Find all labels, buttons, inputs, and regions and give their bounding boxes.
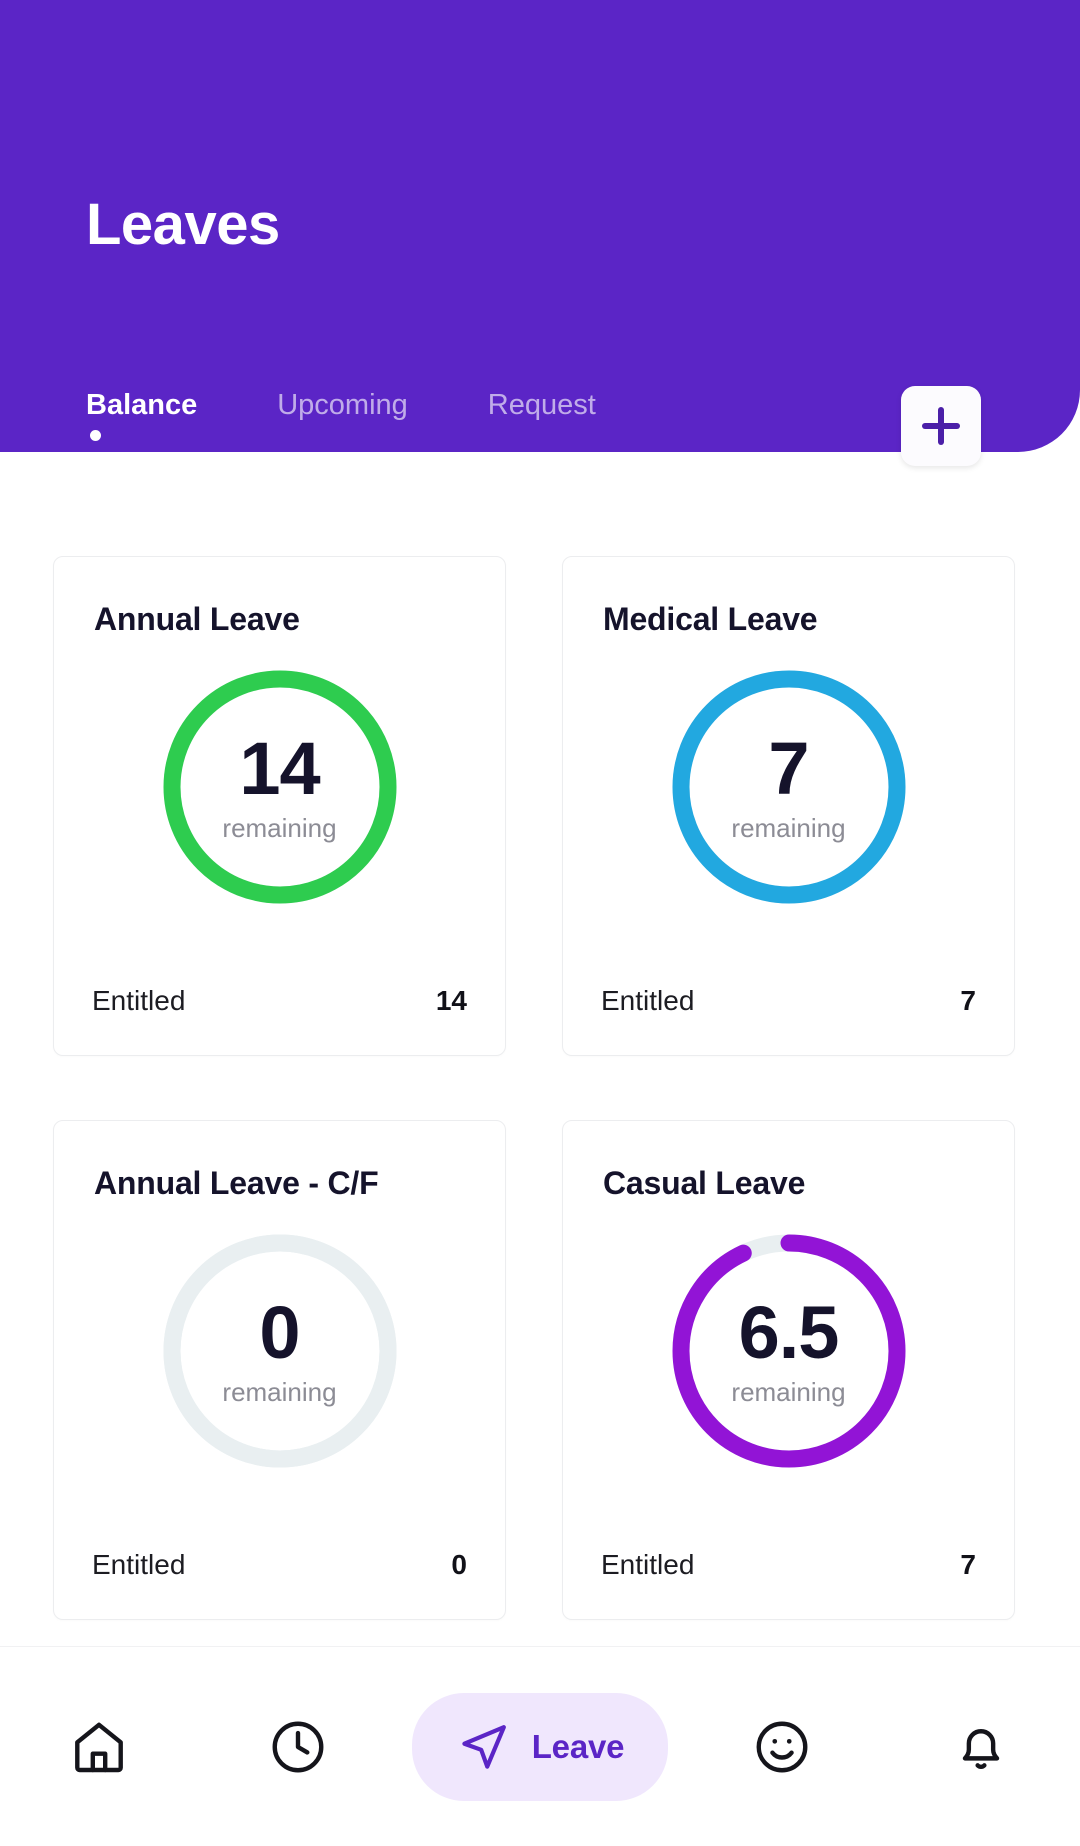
- progress-ring-center: 7 remaining: [661, 659, 917, 915]
- tab-bar: Balance Upcoming Request: [86, 389, 676, 441]
- nav-item-home[interactable]: [0, 1647, 199, 1846]
- entitled-value: 0: [451, 1549, 467, 1580]
- progress-ring-center: 14 remaining: [152, 659, 408, 915]
- remaining-label: remaining: [222, 1376, 337, 1407]
- entitled-label: Entitled: [601, 985, 695, 1016]
- leave-balance-card[interactable]: Medical Leave 7 remaining Entitled 7: [562, 556, 1015, 1056]
- entitled-row: Entitled 7: [601, 985, 976, 1017]
- entitled-label: Entitled: [601, 1549, 695, 1580]
- leave-balance-card[interactable]: Casual Leave 6.5 remaining Entitled 7: [562, 1120, 1015, 1620]
- leave-balance-grid: Annual Leave 14 remaining Entitled 14 Me…: [0, 470, 1080, 1620]
- tab-request[interactable]: Request: [487, 389, 676, 422]
- entitled-label: Entitled: [92, 985, 186, 1016]
- tab-balance[interactable]: Balance: [86, 389, 277, 441]
- plus-icon: [922, 407, 960, 445]
- progress-ring-center: 6.5 remaining: [661, 1223, 917, 1479]
- entitled-row: Entitled 0: [92, 1549, 467, 1581]
- tab-upcoming[interactable]: Upcoming: [277, 389, 488, 422]
- entitled-value: 7: [960, 1549, 976, 1580]
- navigation-arrow-icon: [462, 1724, 506, 1769]
- leave-balance-card[interactable]: Annual Leave - C/F 0 remaining Entitled …: [53, 1120, 506, 1620]
- remaining-value: 7: [768, 727, 809, 811]
- entitled-row: Entitled 7: [601, 1549, 976, 1581]
- nav-item-notifications[interactable]: [882, 1647, 1080, 1846]
- card-title: Annual Leave - C/F: [94, 1165, 379, 1201]
- page-header: Leaves Balance Upcoming Request: [0, 0, 1080, 466]
- remaining-label: remaining: [222, 812, 337, 843]
- tab-upcoming-label: Upcoming: [277, 389, 408, 421]
- remaining-value: 6.5: [738, 1291, 840, 1375]
- remaining-label: remaining: [731, 812, 846, 843]
- entitled-value: 7: [960, 985, 976, 1016]
- nav-active-pill[interactable]: Leave: [411, 1692, 669, 1801]
- tab-balance-label: Balance: [86, 389, 198, 421]
- entitled-row: Entitled 14: [92, 985, 467, 1017]
- smiley-face-icon: [756, 1721, 808, 1772]
- card-title: Medical Leave: [603, 601, 818, 637]
- nav-item-leave-label: Leave: [531, 1727, 625, 1765]
- remaining-value: 14: [239, 727, 320, 811]
- leaves-screen: Leaves Balance Upcoming Request Annual L…: [0, 0, 1080, 1846]
- tab-active-indicator-dot: [90, 430, 101, 441]
- progress-ring: 14 remaining: [152, 659, 408, 915]
- progress-ring: 7 remaining: [661, 659, 917, 915]
- bell-icon: [962, 1728, 999, 1769]
- nav-item-leave[interactable]: Leave: [397, 1647, 683, 1846]
- entitled-label: Entitled: [92, 1549, 186, 1580]
- clock-icon: [272, 1721, 324, 1772]
- leave-balance-card[interactable]: Annual Leave 14 remaining Entitled 14: [53, 556, 506, 1056]
- card-title: Annual Leave: [94, 601, 300, 637]
- add-leave-button[interactable]: [901, 386, 981, 466]
- nav-item-mood[interactable]: [683, 1647, 882, 1846]
- entitled-value: 14: [435, 985, 467, 1016]
- progress-ring: 6.5 remaining: [661, 1223, 917, 1479]
- nav-item-time[interactable]: [199, 1647, 398, 1846]
- remaining-label: remaining: [731, 1376, 846, 1407]
- card-title: Casual Leave: [603, 1165, 806, 1201]
- page-title: Leaves: [86, 192, 280, 257]
- progress-ring: 0 remaining: [152, 1223, 408, 1479]
- progress-ring-center: 0 remaining: [152, 1223, 408, 1479]
- home-icon: [75, 1722, 124, 1772]
- remaining-value: 0: [259, 1291, 300, 1375]
- tab-request-label: Request: [487, 389, 596, 421]
- bottom-navigation-bar: Leave: [0, 1646, 1080, 1846]
